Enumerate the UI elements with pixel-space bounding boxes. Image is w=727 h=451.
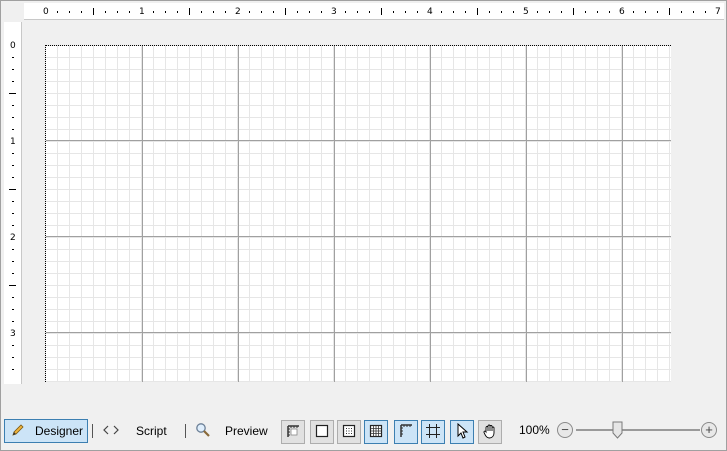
pencil-icon bbox=[11, 423, 25, 440]
ruler-h-label-6: 6 bbox=[619, 7, 625, 17]
tab-designer-label: Designer bbox=[35, 424, 84, 438]
rulers-button[interactable] bbox=[394, 420, 418, 444]
snap-to-grid-button[interactable] bbox=[421, 420, 445, 444]
ruler-corner bbox=[4, 3, 21, 19]
square-icon bbox=[314, 423, 330, 442]
major-grid-lines bbox=[46, 46, 671, 382]
tab-separator bbox=[185, 424, 186, 438]
magnifier-icon bbox=[195, 422, 211, 441]
pan-tool-button[interactable] bbox=[478, 420, 502, 444]
ruler-v-label-3: 3 bbox=[10, 329, 16, 339]
ruler-v-label-2: 2 bbox=[10, 233, 16, 243]
grid-dots-button[interactable] bbox=[337, 420, 361, 444]
ruler-v-label-0: 0 bbox=[10, 41, 16, 51]
minus-icon: − bbox=[561, 422, 569, 437]
ruler-h-label-5: 5 bbox=[523, 7, 529, 17]
ruler-v-label-1: 1 bbox=[10, 137, 16, 147]
ruler-corner-icon bbox=[285, 423, 301, 442]
tab-designer[interactable]: Designer bbox=[4, 419, 88, 443]
dotted-grid-icon bbox=[341, 423, 357, 442]
grid-lines-button[interactable] bbox=[364, 420, 388, 444]
zoom-level-label: 100% bbox=[519, 423, 550, 437]
tab-preview[interactable]: Preview bbox=[189, 419, 273, 443]
zoom-slider-thumb[interactable] bbox=[612, 421, 623, 439]
select-tool-button[interactable] bbox=[450, 420, 474, 444]
page-setup-button[interactable] bbox=[281, 420, 305, 444]
report-page-canvas[interactable] bbox=[45, 45, 671, 382]
tab-script[interactable]: Script bbox=[96, 419, 174, 443]
ruler-h-label-0: 0 bbox=[43, 7, 49, 17]
zoom-out-button[interactable]: − bbox=[557, 422, 573, 438]
zoom-in-button[interactable]: + bbox=[701, 422, 717, 438]
ruler-h-label-3: 3 bbox=[331, 7, 337, 17]
snap-icon bbox=[425, 423, 441, 442]
grid-none-button[interactable] bbox=[310, 420, 334, 444]
tab-preview-label: Preview bbox=[225, 424, 268, 438]
horizontal-ruler: 0 1 2 3 4 5 6 7 bbox=[24, 3, 724, 20]
code-brackets-icon bbox=[102, 424, 120, 439]
plus-icon: + bbox=[705, 422, 713, 437]
ruler-h-label-2: 2 bbox=[235, 7, 241, 17]
tab-separator bbox=[92, 424, 93, 438]
rulers-icon bbox=[398, 423, 414, 442]
grid-icon bbox=[368, 423, 384, 442]
cursor-arrow-icon bbox=[454, 422, 470, 442]
ruler-h-label-4: 4 bbox=[427, 7, 433, 17]
vertical-ruler: 0 1 2 3 bbox=[4, 22, 22, 384]
tab-script-label: Script bbox=[136, 424, 167, 438]
ruler-h-label-1: 1 bbox=[139, 7, 145, 17]
zoom-slider-track[interactable] bbox=[576, 429, 700, 431]
ruler-h-label-7: 7 bbox=[715, 7, 721, 17]
hand-icon bbox=[482, 423, 498, 442]
